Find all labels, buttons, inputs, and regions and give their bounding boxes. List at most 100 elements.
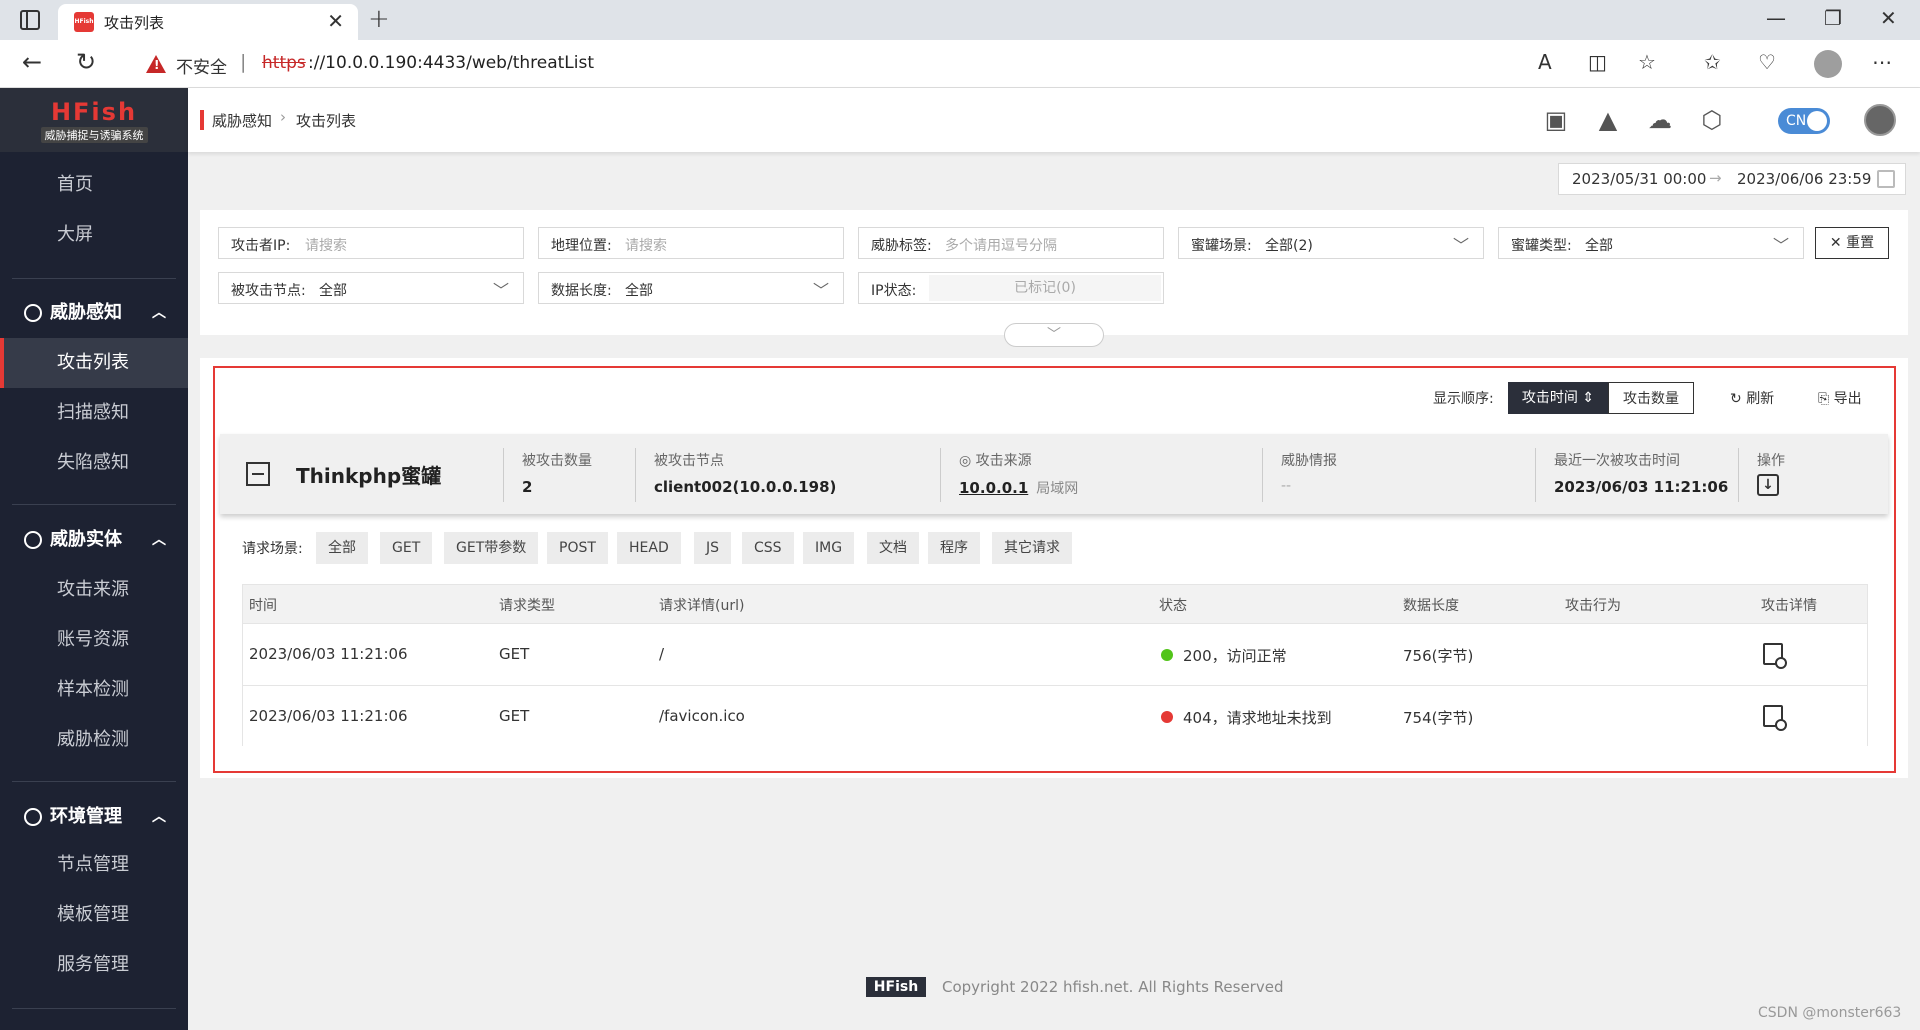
sidebar-divider (12, 278, 176, 279)
sidebar-item-compromise-perception[interactable]: 失陷感知 (0, 438, 188, 488)
expand-filters-button[interactable]: ﹀ (1004, 323, 1104, 347)
url-field[interactable]: 不安全 | https ://10.0.0.190:4433/web/threa… (124, 45, 1674, 83)
data-length-select[interactable]: 数据长度: 全部 ﹀ (538, 272, 844, 304)
source-ip-link[interactable]: 10.0.0.1 (959, 479, 1028, 497)
sort-by-count-button[interactable]: 攻击数量 (1608, 382, 1694, 414)
attacker-ip-input[interactable]: 攻击者IP: 请搜索 (218, 227, 524, 259)
row-method: GET (499, 645, 530, 663)
warning-icon (146, 55, 166, 73)
date-range-picker[interactable]: 2023/05/31 00:00 → 2023/06/06 23:59 (1558, 163, 1906, 195)
sidebar-item-home[interactable]: 首页 (0, 160, 188, 210)
minimize-icon[interactable]: — (1766, 6, 1786, 30)
browser-tab[interactable]: HFish 攻击列表 ✕ (58, 4, 358, 40)
sidebar-item-threat-detection[interactable]: 威胁检测 (0, 715, 188, 765)
req-tag-post[interactable]: POST (547, 532, 608, 564)
tab-actions-icon[interactable] (20, 10, 40, 30)
sort-by-time-button[interactable]: 攻击时间 ⇕ (1508, 382, 1608, 414)
req-tag-get[interactable]: GET (380, 532, 433, 564)
insecure-label: 不安全 (176, 58, 227, 78)
reload-icon[interactable]: ↻ (76, 48, 96, 76)
col-behavior: 攻击行为 (1565, 598, 1621, 614)
close-icon: ✕ (1829, 235, 1847, 251)
req-tag-css[interactable]: CSS (742, 532, 794, 564)
back-icon[interactable]: ← (22, 48, 42, 76)
more-icon[interactable]: ⋯ (1872, 50, 1892, 74)
filter-value: 全部 (1585, 238, 1613, 254)
logo-text: HFish (50, 98, 138, 126)
tab-close-icon[interactable]: ✕ (327, 9, 344, 33)
req-tag-all[interactable]: 全部 (316, 532, 368, 564)
ip-status-select[interactable]: IP状态: 已标记(0) (858, 272, 1164, 304)
detail-search-icon[interactable] (1763, 705, 1787, 731)
sidebar-item-template-management[interactable]: 模板管理 (0, 890, 188, 940)
wechat-icon[interactable]: ☁ (1646, 106, 1674, 134)
user-avatar[interactable] (1864, 104, 1896, 136)
filter-label: 攻击者IP: (231, 238, 291, 254)
req-tag-img[interactable]: IMG (803, 532, 855, 564)
restore-icon[interactable]: ❐ (1824, 6, 1842, 30)
row-method: GET (499, 707, 530, 725)
filter-label: 威胁标签: (871, 238, 932, 254)
threat-tag-input[interactable]: 威胁标签: 多个请用逗号分隔 (858, 227, 1164, 259)
sidebar-group-threat-perception[interactable]: 威胁感知 ︿ (0, 288, 188, 338)
req-tag-head[interactable]: HEAD (617, 532, 681, 564)
rocket-icon[interactable]: ▲ (1594, 106, 1622, 134)
read-aloud-icon[interactable]: A (1538, 50, 1552, 74)
sidebar-item-bigscreen[interactable]: 大屏 (0, 210, 188, 260)
shield-icon (24, 531, 42, 549)
refresh-icon: ↻ (1730, 391, 1742, 407)
breadcrumb-parent[interactable]: 威胁感知 (212, 110, 272, 131)
radar-icon (24, 304, 42, 322)
hexagon-icon[interactable]: ⬡ (1698, 106, 1726, 134)
node-select[interactable]: 被攻击节点: 全部 ﹀ (218, 272, 524, 304)
scene-select[interactable]: 蜜罐场景: 全部(2) ﹀ (1178, 227, 1484, 259)
split-screen-icon[interactable]: ◫ (1588, 50, 1607, 74)
req-tag-js[interactable]: JS (694, 532, 732, 564)
col-method: 请求类型 (499, 598, 555, 614)
sidebar-group-environment[interactable]: 环境管理 ︿ (0, 792, 188, 842)
sidebar-item-attack-list[interactable]: 攻击列表 (0, 338, 188, 388)
sidebar-item-scan-perception[interactable]: 扫描感知 (0, 388, 188, 438)
status-error-icon (1161, 711, 1173, 723)
refresh-button[interactable]: ↻ 刷新 (1730, 388, 1774, 408)
sidebar-item-sample-detection[interactable]: 样本检测 (0, 665, 188, 715)
performance-icon[interactable]: ♡ (1758, 50, 1776, 74)
profile-icon[interactable] (1814, 50, 1842, 78)
window-close-icon[interactable]: ✕ (1880, 6, 1897, 30)
favorite-icon[interactable]: ☆ (1638, 50, 1656, 74)
language-toggle[interactable]: CN (1778, 108, 1830, 134)
document-icon[interactable]: ▣ (1542, 106, 1570, 134)
location-input[interactable]: 地理位置: 请搜索 (538, 227, 844, 259)
filter-placeholder: 请搜索 (305, 238, 347, 254)
filter-label: 地理位置: (551, 238, 612, 254)
new-tab-icon[interactable]: + (368, 4, 390, 34)
req-tag-get-params[interactable]: GET带参数 (444, 532, 539, 564)
browser-tabbar: HFish 攻击列表 ✕ + — ❐ ✕ (0, 0, 1920, 40)
chevron-down-icon: ﹀ (1047, 327, 1061, 343)
sidebar-item-service-management[interactable]: 服务管理 (0, 940, 188, 990)
top-header: 威胁感知 › 攻击列表 ▣ ▲ ☁ ⬡ CN (188, 88, 1920, 152)
export-button[interactable]: ⎘ 导出 (1818, 388, 1862, 408)
footer-logo: HFish (866, 977, 926, 997)
download-icon[interactable]: ↓ (1757, 474, 1779, 496)
collapse-icon[interactable] (246, 462, 270, 486)
honeypot-type-select[interactable]: 蜜罐类型: 全部 ﹀ (1498, 227, 1804, 259)
sidebar-item-node-management[interactable]: 节点管理 (0, 840, 188, 890)
sidebar-group-threat-entity[interactable]: 威胁实体 ︿ (0, 515, 188, 565)
source-label: 攻击来源 (975, 453, 1032, 469)
filter-value: 已标记(0) (929, 275, 1161, 301)
sidebar-item-account-resource[interactable]: 账号资源 (0, 615, 188, 665)
req-tag-doc[interactable]: 文档 (867, 532, 919, 564)
reset-button[interactable]: ✕ 重置 (1815, 227, 1889, 259)
reset-label: 重置 (1846, 235, 1875, 251)
filter-label: 蜜罐类型: (1511, 238, 1572, 254)
req-tag-program[interactable]: 程序 (928, 532, 980, 564)
req-tag-other[interactable]: 其它请求 (992, 532, 1072, 564)
favorites-list-icon[interactable]: ✩ (1704, 50, 1721, 74)
row-length: 754(字节) (1403, 709, 1474, 727)
logo-subtitle: 威胁捕捉与诱骗系统 (40, 127, 148, 143)
detail-search-icon[interactable] (1763, 643, 1787, 669)
threat-intel: -- (1281, 478, 1292, 494)
logo[interactable]: HFish 威胁捕捉与诱骗系统 (0, 88, 188, 152)
sidebar-item-attack-source[interactable]: 攻击来源 (0, 565, 188, 615)
